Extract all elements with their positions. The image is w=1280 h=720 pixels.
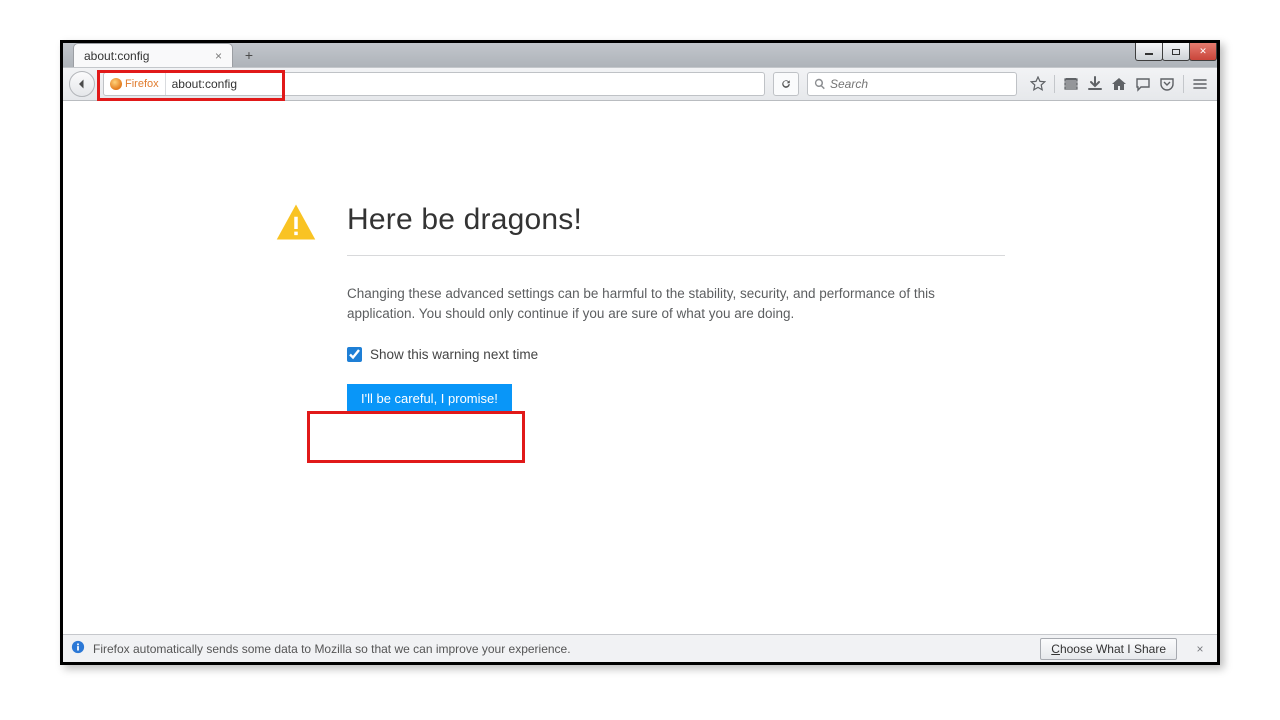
menu-icon[interactable]: [1189, 73, 1211, 95]
show-warning-checkbox[interactable]: Show this warning next time: [347, 347, 1005, 362]
config-warning: Here be dragons! Changing these advanced…: [275, 201, 1005, 413]
page-content: Here be dragons! Changing these advanced…: [63, 101, 1217, 634]
telemetry-notification-bar: Firefox automatically sends some data to…: [63, 634, 1217, 662]
pocket-icon[interactable]: [1156, 73, 1178, 95]
window-controls: ✕: [1136, 43, 1217, 61]
telemetry-message: Firefox automatically sends some data to…: [93, 642, 1032, 656]
toolbar-icons: [1027, 73, 1211, 95]
reload-button[interactable]: [773, 72, 799, 96]
window-close-button[interactable]: ✕: [1189, 43, 1217, 61]
identity-label: Firefox: [125, 78, 159, 90]
choose-share-button[interactable]: Choose What I Share: [1040, 638, 1177, 660]
window-maximize-button[interactable]: [1162, 43, 1190, 61]
navigation-toolbar: Firefox: [63, 67, 1217, 101]
tab-title: about:config: [84, 49, 149, 63]
browser-window: about:config × + ✕ Firefox: [60, 40, 1220, 665]
new-tab-button[interactable]: +: [237, 45, 261, 65]
bookmark-star-icon[interactable]: [1027, 73, 1049, 95]
info-icon: [71, 640, 85, 657]
notification-close-icon[interactable]: ×: [1191, 640, 1209, 658]
chat-icon[interactable]: [1132, 73, 1154, 95]
show-warning-checkbox-input[interactable]: [347, 347, 362, 362]
warning-description: Changing these advanced settings can be …: [347, 284, 1005, 323]
site-identity[interactable]: Firefox: [104, 73, 166, 95]
warning-body: Here be dragons! Changing these advanced…: [347, 201, 1005, 413]
toolbar-separator: [1183, 75, 1184, 93]
address-bar[interactable]: Firefox: [103, 72, 765, 96]
warning-heading: Here be dragons!: [347, 203, 1005, 256]
titlebar: about:config × + ✕: [63, 43, 1217, 67]
browser-tab[interactable]: about:config ×: [73, 43, 233, 67]
show-warning-label: Show this warning next time: [370, 347, 538, 362]
tab-close-icon[interactable]: ×: [213, 49, 224, 63]
toolbar-separator: [1054, 75, 1055, 93]
home-icon[interactable]: [1108, 73, 1130, 95]
firefox-icon: [110, 78, 122, 90]
search-icon: [814, 78, 826, 90]
search-input[interactable]: [830, 77, 1010, 91]
library-icon[interactable]: [1060, 73, 1082, 95]
warning-triangle-icon: [275, 201, 317, 248]
back-button[interactable]: [69, 71, 95, 97]
window-minimize-button[interactable]: [1135, 43, 1163, 61]
accept-risk-button[interactable]: I'll be careful, I promise!: [347, 384, 512, 413]
url-input[interactable]: [166, 77, 764, 91]
search-bar[interactable]: [807, 72, 1017, 96]
downloads-icon[interactable]: [1084, 73, 1106, 95]
